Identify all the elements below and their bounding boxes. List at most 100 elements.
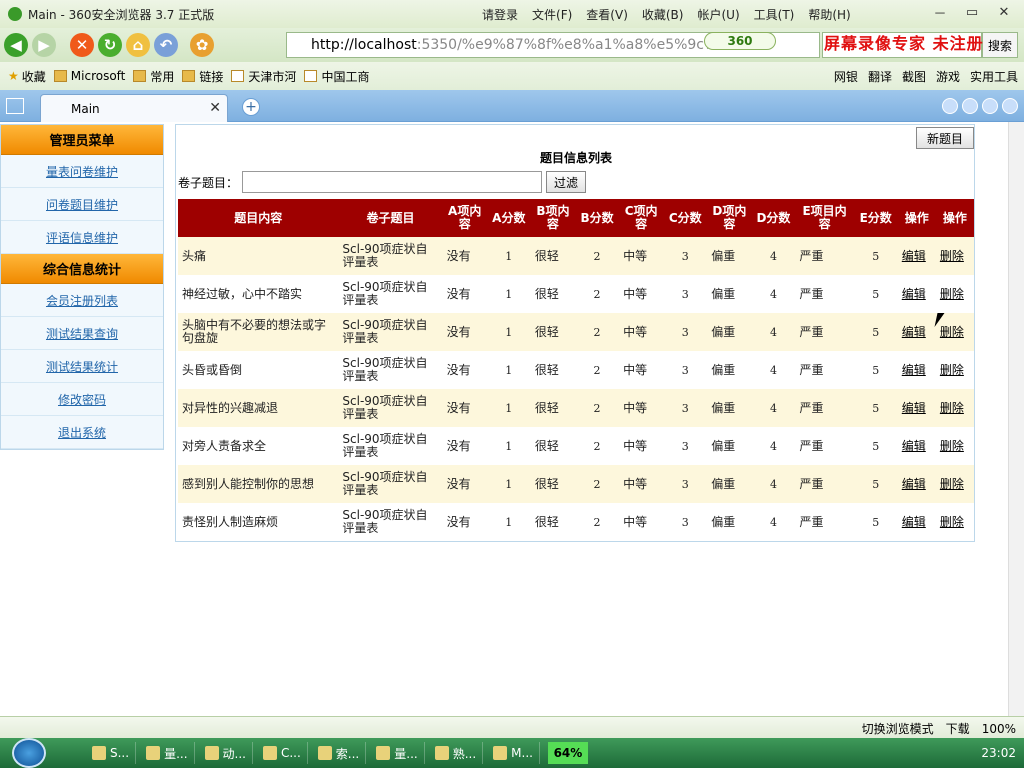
delete-link[interactable]: 删除 xyxy=(940,325,964,339)
minimize-icon[interactable]: － xyxy=(924,2,956,22)
sidebar-item-scale-maintenance[interactable]: 量表问卷维护 xyxy=(1,155,163,188)
edit-link[interactable]: 编辑 xyxy=(902,325,926,339)
sidebar-link[interactable]: 量表问卷维护 xyxy=(46,163,118,180)
paper-filter-input[interactable] xyxy=(242,171,543,193)
taskbar-item[interactable]: C... xyxy=(257,742,308,764)
filter-button[interactable]: 过滤 xyxy=(546,171,587,193)
fav-label: 常用 xyxy=(150,69,175,84)
menu-login[interactable]: 请登录 xyxy=(482,6,518,23)
refresh-icon[interactable]: ↻ xyxy=(98,33,122,57)
question-table: 题目内容 卷子题目 A项内容 A分数 B项内容 B分数 C项内容 C分数 D项内容 D分数 E项目内… xyxy=(178,199,974,541)
fav-common[interactable]: 常用 xyxy=(133,68,174,85)
delete-link[interactable]: 删除 xyxy=(940,249,964,263)
new-question-button[interactable]: 新题目 xyxy=(916,127,974,149)
start-button[interactable] xyxy=(12,738,46,768)
security-360-badge[interactable]: 360 xyxy=(704,32,776,50)
menu-tools[interactable]: 工具(T) xyxy=(754,6,795,23)
taskbar-item[interactable]: 熟... xyxy=(429,742,484,764)
sidebar-item-logout[interactable]: 退出系统 xyxy=(1,416,163,449)
edit-link[interactable]: 编辑 xyxy=(902,249,926,263)
taskbar-item[interactable]: 量... xyxy=(140,742,195,764)
undo-close-icon[interactable]: ↶ xyxy=(154,33,178,57)
sidebar-item-result-query[interactable]: 测试结果查询 xyxy=(1,317,163,350)
sidebar-link[interactable]: 评语信息维护 xyxy=(46,229,118,246)
delete-cell: 删除 xyxy=(936,351,974,389)
tab-next-icon[interactable] xyxy=(962,98,978,114)
sidebar-item-question-maintenance[interactable]: 问卷题目维护 xyxy=(1,188,163,221)
menu-file[interactable]: 文件(F) xyxy=(532,6,572,23)
sidebar-link[interactable]: 修改密码 xyxy=(58,391,106,408)
delete-link[interactable]: 删除 xyxy=(940,515,964,529)
sidebar-item-member-list[interactable]: 会员注册列表 xyxy=(1,284,163,317)
taskbar-item[interactable]: 量... xyxy=(370,742,425,764)
table-cell: 很轻 xyxy=(534,362,559,377)
tool-ebank[interactable]: 网银 xyxy=(834,68,858,85)
tool-games[interactable]: 游戏 xyxy=(936,68,960,85)
tab-close-all-icon[interactable] xyxy=(1002,98,1018,114)
edit-link[interactable]: 编辑 xyxy=(902,477,926,491)
delete-link[interactable]: 删除 xyxy=(940,477,964,491)
paw-icon[interactable]: ✿ xyxy=(190,33,214,57)
menu-help[interactable]: 帮助(H) xyxy=(808,6,850,23)
edit-link[interactable]: 编辑 xyxy=(902,401,926,415)
vertical-scrollbar[interactable] xyxy=(1008,122,1024,716)
close-window-icon[interactable]: ✕ xyxy=(988,2,1020,22)
forward-arrow-icon[interactable]: ▶ xyxy=(32,33,56,57)
favorites-menu[interactable]: ★ 收藏 xyxy=(8,68,46,85)
delete-link[interactable]: 删除 xyxy=(940,287,964,301)
stop-icon[interactable]: ✕ xyxy=(70,33,94,57)
table-cell: 严重 xyxy=(799,438,824,453)
download-button[interactable]: 下载 xyxy=(946,720,970,737)
delete-link[interactable]: 删除 xyxy=(940,401,964,415)
browse-mode-toggle[interactable]: 切换浏览模式 xyxy=(862,720,934,737)
taskbar-item[interactable]: 动... xyxy=(199,742,253,764)
tab-prev-icon[interactable] xyxy=(942,98,958,114)
search-button[interactable]: 搜索 xyxy=(982,32,1018,58)
sidebar-item-comment-maintenance[interactable]: 评语信息维护 xyxy=(1,221,163,254)
cpu-meter[interactable]: 64% xyxy=(547,742,588,764)
windows-taskbar: S... 量... 动... C... 索... 量... 熟... M... … xyxy=(0,738,1024,768)
edit-link[interactable]: 编辑 xyxy=(902,515,926,529)
delete-link[interactable]: 删除 xyxy=(940,439,964,453)
tool-translate[interactable]: 翻译 xyxy=(868,68,892,85)
new-tab-icon[interactable]: + xyxy=(242,98,260,116)
system-clock[interactable]: 23:02 xyxy=(981,746,1016,760)
menu-account[interactable]: 帐户(U) xyxy=(697,6,739,23)
tab-bar: Main ✕ + xyxy=(0,90,1024,122)
taskbar-item[interactable]: S... xyxy=(86,742,137,764)
delete-cell: 删除 xyxy=(936,275,974,313)
sidebar-toggle-icon[interactable] xyxy=(6,98,24,114)
tab-list-icon[interactable] xyxy=(982,98,998,114)
sidebar-item-change-password[interactable]: 修改密码 xyxy=(1,383,163,416)
sidebar-link[interactable]: 测试结果查询 xyxy=(46,325,118,342)
column-header: E分数 xyxy=(853,199,898,237)
sidebar-item-result-stats[interactable]: 测试结果统计 xyxy=(1,350,163,383)
sidebar-link[interactable]: 测试结果统计 xyxy=(46,358,118,375)
taskbar-item[interactable]: 索... xyxy=(312,742,367,764)
tab-main[interactable]: Main ✕ xyxy=(40,94,228,122)
menu-favorites[interactable]: 收藏(B) xyxy=(642,6,684,23)
back-arrow-icon[interactable]: ◀ xyxy=(4,33,28,57)
sidebar-link[interactable]: 会员注册列表 xyxy=(46,292,118,309)
edit-link[interactable]: 编辑 xyxy=(902,439,926,453)
taskbar-item[interactable]: M... xyxy=(487,742,540,764)
table-cell: 严重 xyxy=(795,465,854,503)
fav-tianjin[interactable]: 天津市河 xyxy=(231,68,296,85)
table-cell: 4 xyxy=(751,465,796,503)
fav-links[interactable]: 链接 xyxy=(182,68,223,85)
delete-link[interactable]: 删除 xyxy=(940,363,964,377)
fav-icbc[interactable]: 中国工商 xyxy=(304,68,369,85)
edit-link[interactable]: 编辑 xyxy=(902,287,926,301)
fav-microsoft[interactable]: Microsoft xyxy=(53,69,125,83)
tool-utilities[interactable]: 实用工具 xyxy=(970,68,1018,85)
sidebar-link[interactable]: 退出系统 xyxy=(58,424,106,441)
tool-screenshot[interactable]: 截图 xyxy=(902,68,926,85)
menu-view[interactable]: 查看(V) xyxy=(586,6,628,23)
zoom-level[interactable]: 100% xyxy=(982,722,1016,736)
home-icon[interactable]: ⌂ xyxy=(126,33,150,57)
maximize-icon[interactable]: ▭ xyxy=(956,2,988,22)
sidebar-link[interactable]: 问卷题目维护 xyxy=(46,196,118,213)
table-cell: 对旁人责备求全 xyxy=(182,438,267,453)
close-tab-icon[interactable]: ✕ xyxy=(209,100,221,116)
edit-link[interactable]: 编辑 xyxy=(902,363,926,377)
